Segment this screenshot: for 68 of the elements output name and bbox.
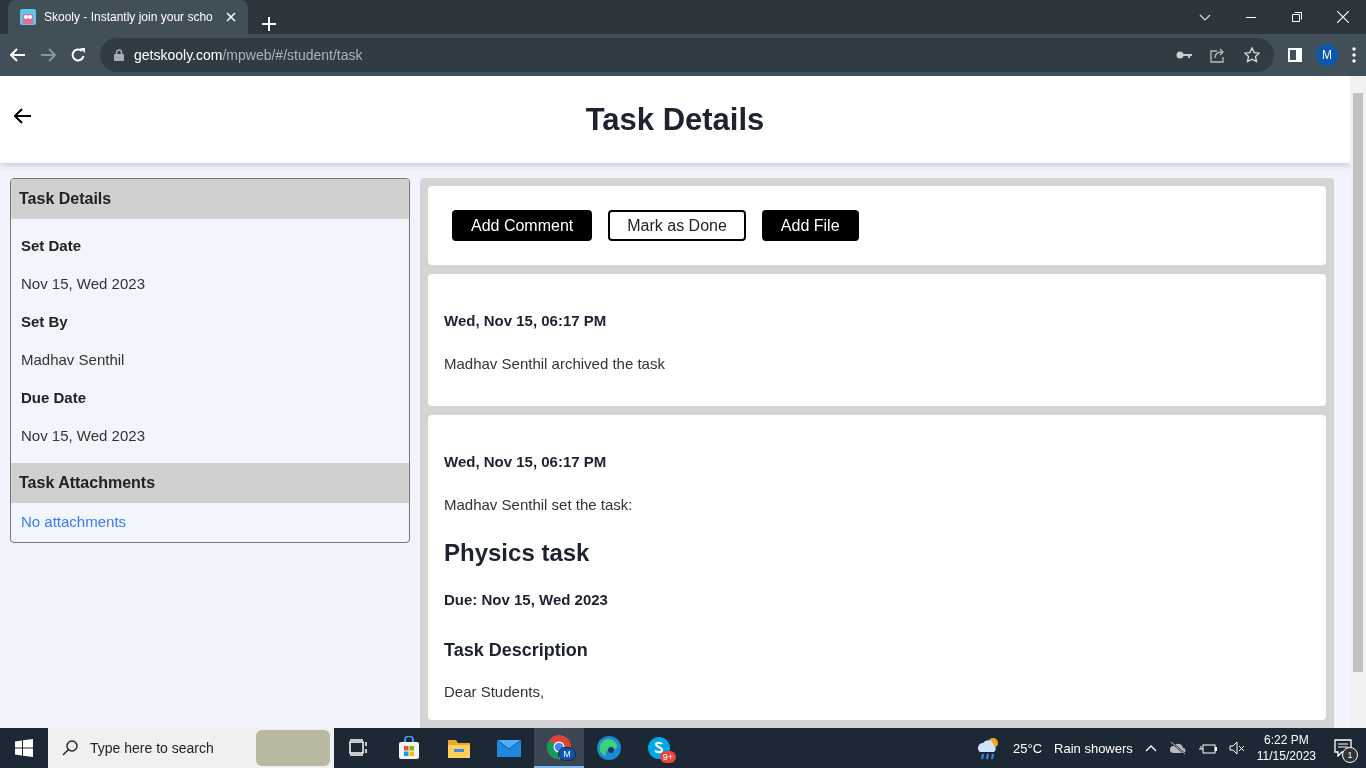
weather-condition: Rain showers	[1054, 740, 1133, 756]
cloud-off-icon[interactable]	[1168, 741, 1187, 755]
url-text: getskooly.com/mpweb/#/student/task	[134, 47, 363, 63]
reload-icon[interactable]	[70, 47, 86, 63]
app-badge: M	[558, 747, 576, 761]
folder-icon	[447, 737, 471, 759]
restore-icon[interactable]	[1292, 12, 1302, 22]
activity-message: Madhav Senthil set the task:	[444, 495, 634, 513]
activity-message: Madhav Senthil archived the task	[444, 354, 666, 374]
profile-avatar[interactable]: M	[1316, 44, 1338, 66]
tab-title: Skooly - Instantly join your scho	[44, 10, 214, 24]
clock-time: 6:22 PM	[1264, 732, 1309, 748]
task-title: Physics task	[444, 539, 591, 567]
taskbar-app[interactable]: M	[534, 728, 584, 768]
key-icon[interactable]	[1176, 51, 1192, 59]
field-label: Due Date	[20, 388, 88, 408]
minimize-icon[interactable]	[1246, 16, 1256, 18]
notification-count: 1	[1342, 747, 1358, 763]
action-button[interactable]: Add File	[761, 210, 859, 241]
side-panel-icon[interactable]	[1288, 48, 1302, 62]
panel-heading: Task Details	[11, 179, 409, 219]
description-heading: Task Description	[444, 640, 589, 661]
windows-start-icon[interactable]	[15, 739, 33, 757]
rain-cloud-icon	[975, 736, 1001, 760]
scrollbar[interactable]	[1350, 76, 1366, 728]
new-tab-plus-icon[interactable]	[262, 17, 276, 31]
weather-temperature: 25°C	[1013, 740, 1043, 756]
taskbar-clock[interactable]: 6:22 PM 11/15/2023	[1256, 732, 1316, 764]
panel-heading: Task Attachments	[11, 463, 409, 503]
field-value: Madhav Senthil	[20, 350, 126, 370]
lock-icon	[114, 49, 124, 61]
scrollbar-thumb[interactable]	[1353, 93, 1363, 672]
page-title: Task Details	[584, 101, 766, 138]
taskbar-search-field[interactable]: Type here to search	[88, 739, 242, 757]
activity-timestamp: Wed, Nov 15, 06:17 PM	[444, 452, 608, 470]
task-due-date: Due: Nov 15, Wed 2023	[444, 591, 609, 608]
browser-tab[interactable]: Skooly - Instantly join your scho	[8, 0, 248, 34]
store-bag-icon	[397, 736, 421, 760]
battery-plug-icon[interactable]	[1198, 742, 1217, 754]
menu-icon[interactable]	[1352, 47, 1356, 63]
field-value: Nov 15, Wed 2023	[20, 426, 146, 446]
field-label: Set By	[20, 312, 69, 332]
field-value: Nov 15, Wed 2023	[20, 274, 146, 294]
clock-date: 11/15/2023	[1256, 748, 1316, 764]
notification-icon[interactable]	[1334, 739, 1352, 757]
chevron-up-icon[interactable]	[1144, 744, 1157, 752]
search-icon	[62, 740, 78, 756]
activity-timestamp: Wed, Nov 15, 06:17 PM	[444, 311, 608, 329]
close-icon[interactable]	[1337, 11, 1349, 23]
chevron-down-icon[interactable]	[1199, 13, 1211, 21]
back-arrow-icon[interactable]	[14, 107, 32, 124]
app-badge: 9+	[659, 751, 676, 763]
field-label: Set Date	[20, 236, 83, 256]
star-icon[interactable]	[1244, 47, 1260, 63]
task-description: Dear Students,	[444, 683, 546, 702]
action-button[interactable]: Add Comment	[452, 210, 593, 241]
action-button[interactable]: Mark as Done	[608, 210, 746, 241]
speaker-muted-icon[interactable]	[1228, 741, 1245, 755]
owl-favicon-icon	[20, 9, 36, 25]
forward-arrow-icon[interactable]	[40, 48, 56, 62]
taskbar-app[interactable]: 9+	[634, 728, 684, 768]
share-icon[interactable]	[1210, 47, 1226, 63]
edge-logo-icon	[596, 735, 622, 761]
attachments-link[interactable]: No attachments	[21, 513, 127, 530]
task-view-icon	[349, 739, 369, 757]
mail-envelope-icon	[496, 738, 522, 758]
close-icon[interactable]	[226, 12, 236, 22]
address-bar[interactable]: getskooly.com/mpweb/#/student/task	[100, 38, 1274, 72]
